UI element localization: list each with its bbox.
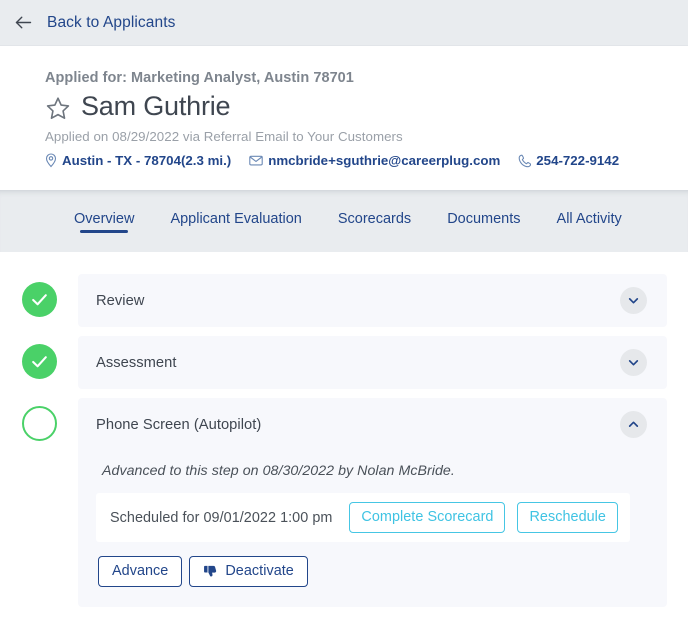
applicant-email[interactable]: nmcbride+sguthrie@careerplug.com <box>249 153 500 168</box>
step-assessment: Assessment <box>0 336 688 389</box>
deactivate-button[interactable]: Deactivate <box>189 556 308 587</box>
phone-icon <box>518 154 532 168</box>
hiring-steps-list: Review Assessment Phone Screen (Autopilo… <box>0 252 688 607</box>
applied-for-text: Applied for: Marketing Analyst, Austin 7… <box>45 70 354 86</box>
contact-row: Austin - TX - 78704(2.3 mi.) nmcbride+sg… <box>45 153 688 168</box>
step-panel-assessment: Assessment <box>78 336 667 389</box>
step-title-assessment: Assessment <box>96 354 177 371</box>
tab-applicant-evaluation[interactable]: Applicant Evaluation <box>170 190 301 233</box>
step-action-row: Advance Deactivate <box>98 556 649 587</box>
envelope-icon <box>249 155 263 166</box>
tab-overview[interactable]: Overview <box>74 190 134 233</box>
applicant-name-row: Sam Guthrie <box>45 91 688 122</box>
page-title: Sam Guthrie <box>81 91 231 121</box>
back-to-applicants-link[interactable]: Back to Applicants <box>13 12 175 33</box>
applicant-email-label: nmcbride+sguthrie@careerplug.com <box>268 153 501 168</box>
star-outline-icon[interactable] <box>45 93 71 121</box>
tab-bar: Overview Applicant Evaluation Scorecards… <box>0 190 688 252</box>
applicant-header: Applied for: Marketing Analyst, Austin 7… <box>0 46 688 190</box>
chevron-down-icon[interactable] <box>620 349 647 376</box>
advance-button-label: Advance <box>112 563 169 579</box>
tab-documents[interactable]: Documents <box>447 190 520 233</box>
scheduled-text: Scheduled for 09/01/2022 1:00 pm <box>110 509 333 526</box>
thumbs-down-icon <box>203 564 218 579</box>
back-to-applicants-label: Back to Applicants <box>47 13 176 31</box>
step-complete-icon <box>21 282 57 317</box>
step-marker-wrap <box>0 336 78 379</box>
step-panel-review: Review <box>78 274 667 327</box>
advance-button[interactable]: Advance <box>98 556 183 587</box>
chevron-down-icon[interactable] <box>620 287 647 314</box>
step-phone-screen: Phone Screen (Autopilot) Advanced to thi… <box>0 398 688 607</box>
location-pin-icon <box>45 153 57 168</box>
applicant-phone-label: 254-722-9142 <box>536 153 620 168</box>
tab-all-activity[interactable]: All Activity <box>557 190 622 233</box>
tab-scorecards[interactable]: Scorecards <box>338 190 411 233</box>
step-title-phone-screen: Phone Screen (Autopilot) <box>96 416 262 433</box>
step-header-phone-screen[interactable]: Phone Screen (Autopilot) <box>78 398 667 451</box>
arrow-left-icon <box>13 12 34 33</box>
applicant-location[interactable]: Austin - TX - 78704(2.3 mi.) <box>45 153 231 168</box>
step-title-review: Review <box>96 292 145 309</box>
applicant-phone[interactable]: 254-722-9142 <box>518 153 619 168</box>
top-bar: Back to Applicants <box>0 0 688 46</box>
advanced-note: Advanced to this step on 08/30/2022 by N… <box>102 463 455 479</box>
step-header-review[interactable]: Review <box>78 274 667 327</box>
step-current-icon <box>21 406 57 441</box>
step-header-assessment[interactable]: Assessment <box>78 336 667 389</box>
step-marker-wrap <box>0 274 78 317</box>
step-body-phone-screen: Advanced to this step on 08/30/2022 by N… <box>78 451 667 607</box>
applicant-location-label: Austin - TX - 78704(2.3 mi.) <box>62 153 232 168</box>
chevron-up-icon[interactable] <box>620 411 647 438</box>
step-review: Review <box>0 274 688 327</box>
applied-on-text: Applied on 08/29/2022 via Referral Email… <box>45 129 403 144</box>
deactivate-button-label: Deactivate <box>225 563 294 579</box>
scheduled-card: Scheduled for 09/01/2022 1:00 pm Complet… <box>96 493 630 542</box>
step-marker-wrap <box>0 398 78 441</box>
reschedule-button[interactable]: Reschedule <box>517 502 618 533</box>
complete-scorecard-button[interactable]: Complete Scorecard <box>349 502 506 533</box>
step-complete-icon <box>21 344 57 379</box>
step-panel-phone-screen: Phone Screen (Autopilot) Advanced to thi… <box>78 398 667 607</box>
